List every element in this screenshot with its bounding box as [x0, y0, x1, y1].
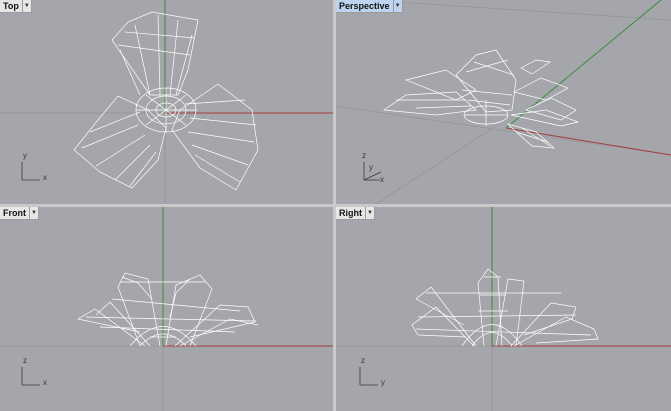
x-axis-line [505, 127, 671, 156]
viewport-front-scene [0, 207, 333, 411]
viewport-front-tab[interactable]: Front ▼ [0, 207, 39, 220]
gizmo-label-z: z [23, 356, 27, 365]
viewport-top-tab[interactable]: Top ▼ [0, 0, 32, 13]
dropdown-arrow-icon[interactable]: ▼ [392, 0, 402, 12]
gizmo-label-y: y [381, 378, 385, 387]
wireframe-plant-mesh [73, 11, 259, 191]
viewport-perspective-scene [336, 0, 671, 204]
dropdown-arrow-icon[interactable]: ▼ [21, 0, 31, 12]
viewport-right[interactable]: Right ▼ z y [336, 207, 671, 411]
viewport-front[interactable]: Front ▼ z x [0, 207, 333, 411]
gizmo-label-x: x [380, 175, 384, 184]
viewport-perspective[interactable]: Perspective ▼ z y x [336, 0, 671, 204]
viewport-right-scene [336, 207, 671, 411]
viewport-perspective-title[interactable]: Perspective [336, 0, 393, 12]
viewport-top-scene [0, 0, 333, 204]
gizmo-label-x: x [43, 173, 47, 182]
viewport-perspective-tab[interactable]: Perspective ▼ [336, 0, 403, 13]
viewport-right-title[interactable]: Right [336, 207, 365, 219]
quad-viewport-layout: Top ▼ y x Perspective ▼ z y x Front ▼ z … [0, 0, 671, 411]
wireframe-plant-mesh [411, 268, 599, 347]
viewport-front-title[interactable]: Front [0, 207, 29, 219]
wireframe-plant-mesh [77, 272, 259, 347]
wireframe-plant-mesh [383, 49, 580, 149]
axis-gizmo [359, 367, 378, 386]
axis-gizmo [21, 162, 40, 181]
gizmo-label-z: z [362, 151, 366, 160]
viewport-top-title[interactable]: Top [0, 0, 22, 12]
viewport-right-tab[interactable]: Right ▼ [336, 207, 375, 220]
gizmo-label-x: x [43, 378, 47, 387]
gizmo-label-y: y [369, 163, 373, 172]
perspective-grid [336, 1, 671, 204]
dropdown-arrow-icon[interactable]: ▼ [29, 207, 38, 219]
dropdown-arrow-icon[interactable]: ▼ [365, 207, 374, 219]
gizmo-label-y: y [23, 151, 27, 160]
gizmo-label-z: z [361, 356, 365, 365]
axis-gizmo [21, 367, 40, 386]
viewport-top[interactable]: Top ▼ y x [0, 0, 333, 204]
